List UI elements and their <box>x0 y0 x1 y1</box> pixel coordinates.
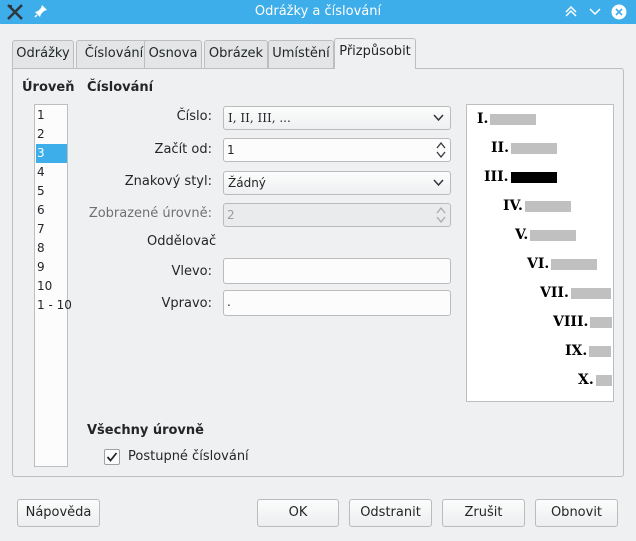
numbering-preview: I. II. III. IV. V. VI. VII. VIII. IX. X. <box>466 104 614 402</box>
preview-row: I. <box>477 111 537 131</box>
after-input[interactable]: . <box>223 290 451 316</box>
level-item-10[interactable]: 10 <box>36 277 67 296</box>
preview-row: IX. <box>565 343 612 363</box>
spin-arrows-icon[interactable] <box>436 140 446 160</box>
close-icon[interactable] <box>611 4 627 20</box>
preview-number: IV. <box>503 198 523 214</box>
preview-line <box>490 113 537 125</box>
level-list[interactable]: 1 2 3 4 5 6 7 8 9 10 1 - 10 <box>34 104 72 467</box>
level-item-all[interactable]: 1 - 10 <box>36 296 72 315</box>
checkmark-icon <box>106 452 118 462</box>
chevron-down-icon <box>433 114 444 122</box>
preview-number: X. <box>578 372 594 388</box>
number-format-combo[interactable]: I, II, III, ... <box>223 106 451 130</box>
preview-number: IX. <box>565 343 588 359</box>
char-style-value: Žádný <box>228 176 266 190</box>
before-input[interactable] <box>223 258 451 284</box>
preview-line <box>510 142 557 154</box>
reset-button[interactable]: Obnovit <box>535 499 618 527</box>
number-format-value: I, II, III, ... <box>228 111 291 125</box>
preview-row: VIII. <box>553 314 613 334</box>
preview-row: II. <box>491 140 557 160</box>
start-at-value: 1 <box>227 143 235 157</box>
level-item-2[interactable]: 2 <box>36 125 67 144</box>
tab-outline[interactable]: Osnova <box>144 40 202 68</box>
preview-row: V. <box>515 227 577 247</box>
preview-line <box>589 345 612 357</box>
after-label: Vpravo: <box>161 296 212 311</box>
preview-row: III. <box>484 169 557 189</box>
tab-customize[interactable]: Přizpůsobit <box>334 38 416 69</box>
level-item-7[interactable]: 7 <box>36 220 67 239</box>
tab-numbering[interactable]: Číslování <box>76 40 152 68</box>
preview-number: II. <box>491 140 509 156</box>
level-item-5[interactable]: 5 <box>36 182 67 201</box>
preview-row: X. <box>578 372 612 392</box>
level-item-9[interactable]: 9 <box>36 258 67 277</box>
title-bar[interactable]: Odrážky a číslování <box>0 0 636 24</box>
preview-number: I. <box>477 111 489 127</box>
char-style-combo[interactable]: Žádný <box>223 171 451 195</box>
minimize-icon[interactable] <box>587 4 603 20</box>
level-item-6[interactable]: 6 <box>36 201 67 220</box>
remove-button[interactable]: Odstranit <box>349 499 432 527</box>
level-heading: Úroveň <box>22 80 75 95</box>
shown-levels-value: 2 <box>227 208 235 222</box>
level-item-8[interactable]: 8 <box>36 239 67 258</box>
preview-row: IV. <box>503 198 571 218</box>
before-label: Vlevo: <box>171 264 212 279</box>
preview-number: VII. <box>540 285 569 301</box>
tab-bullets[interactable]: Odrážky <box>12 40 74 68</box>
level-item-1[interactable]: 1 <box>36 106 67 125</box>
preview-number: V. <box>515 227 529 243</box>
all-levels-heading: Všechny úrovně <box>87 423 204 438</box>
preview-line <box>530 229 577 241</box>
level-item-3[interactable]: 3 <box>36 144 67 163</box>
preview-number: III. <box>484 169 509 185</box>
spin-arrows-icon <box>436 206 446 224</box>
tab-image[interactable]: Obrázek <box>204 40 268 68</box>
level-item-4[interactable]: 4 <box>36 163 67 182</box>
consecutive-numbering-checkbox[interactable] <box>104 449 120 465</box>
help-button[interactable]: Nápověda <box>17 499 100 527</box>
start-at-label: Začít od: <box>154 142 212 157</box>
preview-line <box>590 316 613 328</box>
number-label: Číslo: <box>176 109 212 124</box>
start-at-spinbox[interactable]: 1 <box>223 138 451 162</box>
chevron-down-icon <box>433 179 444 187</box>
ok-button[interactable]: OK <box>257 499 339 527</box>
keep-above-icon[interactable] <box>563 4 579 20</box>
preview-row: VII. <box>540 285 611 305</box>
preview-number: VI. <box>527 256 550 272</box>
preview-number: VIII. <box>553 314 589 330</box>
numbering-heading: Číslování <box>87 80 154 95</box>
shown-levels-label: Zobrazené úrovně: <box>88 206 212 221</box>
separator-heading: Oddělovač <box>147 234 217 249</box>
preview-row: VI. <box>527 256 598 276</box>
consecutive-numbering-label[interactable]: Postupné číslování <box>128 449 249 464</box>
tab-position[interactable]: Umístění <box>268 40 334 68</box>
char-style-label: Znakový styl: <box>124 174 212 189</box>
preview-line-active <box>510 171 557 183</box>
preview-line <box>524 200 571 212</box>
window-title: Odrážky a číslování <box>254 4 382 19</box>
preview-line <box>551 258 598 270</box>
cancel-button[interactable]: Zrušit <box>442 499 525 527</box>
preview-line <box>595 374 612 386</box>
preview-line <box>570 287 611 299</box>
shown-levels-spinbox[interactable]: 2 <box>223 203 451 227</box>
